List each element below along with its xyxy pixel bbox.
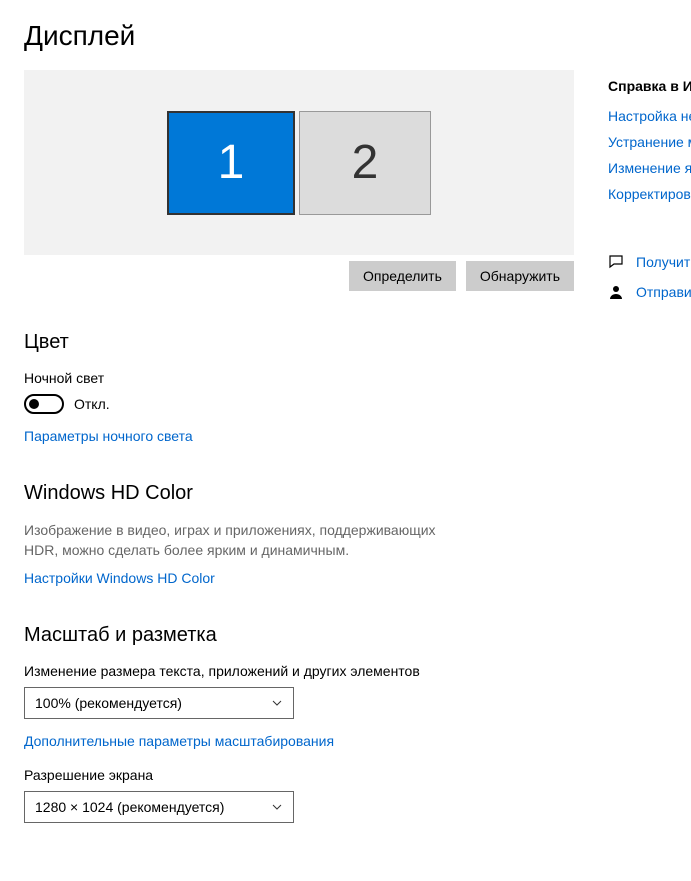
monitor-2[interactable]: 2 (299, 111, 431, 215)
hd-color-heading: Windows HD Color (24, 482, 580, 505)
give-feedback-label: Отправит (636, 284, 691, 300)
sidebar-help-link-0[interactable]: Настройка нес (608, 108, 691, 124)
detect-button[interactable]: Обнаружить (466, 261, 574, 291)
chat-icon (608, 254, 624, 270)
advanced-scaling-link[interactable]: Дополнительные параметры масштабирования (24, 733, 580, 749)
sidebar-help-link-3[interactable]: Корректировк (608, 186, 691, 202)
resolution-label: Разрешение экрана (24, 767, 580, 783)
identify-button[interactable]: Определить (349, 261, 456, 291)
hd-color-description: Изображение в видео, играх и приложениях… (24, 521, 444, 560)
give-feedback-link[interactable]: Отправит (608, 284, 691, 300)
night-light-state: Откл. (74, 396, 110, 412)
sidebar-help-link-2[interactable]: Изменение яр (608, 160, 691, 176)
monitor-1[interactable]: 1 (167, 111, 295, 215)
text-size-value: 100% (рекомендуется) (35, 695, 182, 711)
get-help-link[interactable]: Получить (608, 254, 691, 270)
hd-color-settings-link[interactable]: Настройки Windows HD Color (24, 570, 580, 586)
display-arrangement-area[interactable]: 1 2 (24, 70, 574, 255)
page-title: Дисплей (24, 20, 580, 52)
chevron-down-icon (271, 801, 283, 813)
sidebar-help-link-1[interactable]: Устранение ме (608, 134, 691, 150)
night-light-label: Ночной свет (24, 370, 580, 386)
text-size-dropdown[interactable]: 100% (рекомендуется) (24, 687, 294, 719)
scale-heading: Масштаб и разметка (24, 624, 580, 647)
person-icon (608, 284, 624, 300)
get-help-label: Получить (636, 254, 691, 270)
chevron-down-icon (271, 697, 283, 709)
text-size-label: Изменение размера текста, приложений и д… (24, 663, 580, 679)
night-light-toggle[interactable] (24, 394, 64, 414)
sidebar-help-heading: Справка в Инт (608, 78, 691, 94)
resolution-value: 1280 × 1024 (рекомендуется) (35, 799, 224, 815)
color-heading: Цвет (24, 331, 580, 354)
night-light-settings-link[interactable]: Параметры ночного света (24, 428, 580, 444)
resolution-dropdown[interactable]: 1280 × 1024 (рекомендуется) (24, 791, 294, 823)
